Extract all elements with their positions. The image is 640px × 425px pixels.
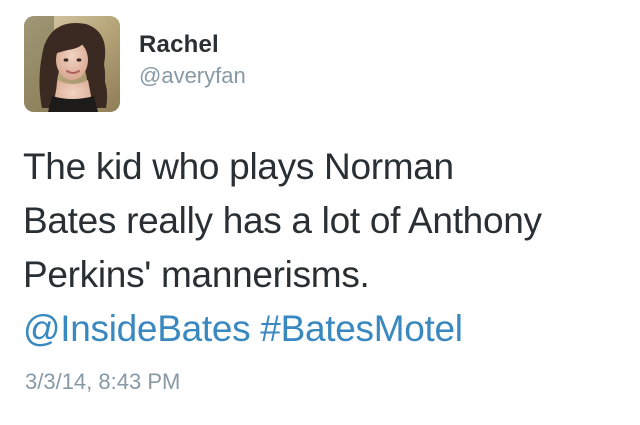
author-info[interactable]: Rachel @averyfan — [139, 30, 246, 90]
author-display-name[interactable]: Rachel — [139, 30, 246, 60]
tweet-text: The kid who plays Norman Bates really ha… — [23, 140, 623, 356]
avatar[interactable] — [24, 16, 120, 112]
tweet-text-line: Bates really has a lot of Anthony — [23, 200, 542, 241]
timestamp[interactable]: 3/3/14, 8:43 PM — [25, 368, 180, 396]
tweet-text-line: The kid who plays Norman — [23, 146, 454, 187]
mention-link[interactable]: @InsideBates — [23, 308, 251, 349]
hashtag-link[interactable]: #BatesMotel — [260, 308, 463, 349]
tweet-text-line: Perkins' mannerisms. — [23, 254, 370, 295]
author-handle[interactable]: @averyfan — [139, 62, 246, 90]
tweet-entities-line: @InsideBates #BatesMotel — [23, 302, 623, 356]
avatar-photo — [24, 16, 120, 112]
tweet-card: Rachel @averyfan The kid who plays Norma… — [0, 0, 640, 425]
